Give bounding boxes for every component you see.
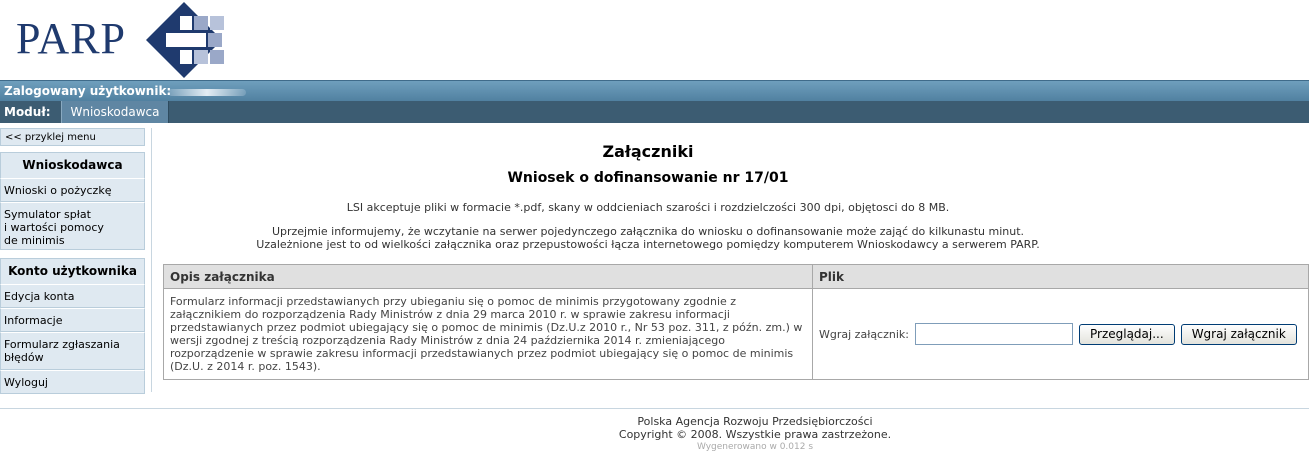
browse-button[interactable]: Przeglądaj... <box>1078 323 1175 345</box>
footer-copyright: Copyright © 2008. Wszystkie prawa zastrz… <box>618 428 892 441</box>
table-row: Formularz informacji przedstawianych prz… <box>163 288 1309 380</box>
footer-org-name: Polska Agencja Rozwoju Przedsiębiorczośc… <box>637 415 873 428</box>
attachment-file-cell: Wgraj załącznik: Przeglądaj... Wgraj zał… <box>812 288 1309 380</box>
parp-logo-text: PARP <box>16 14 127 63</box>
sidebar-section-account: Konto użytkownika <box>0 258 145 284</box>
upload-time-info-2: Uzależnione jest to od wielkości załączn… <box>256 238 1040 251</box>
attachments-table: Opis załącznika Plik Formularz informacj… <box>163 264 1309 380</box>
sidebar-item-logout[interactable]: Wyloguj <box>0 370 145 394</box>
table-header-row: Opis załącznika Plik <box>163 264 1309 289</box>
application-subtitle: Wniosek o dofinansowanie nr 17/01 <box>507 170 789 186</box>
header-logo-area: PARP <box>0 0 1309 80</box>
footer-divider <box>0 408 1309 409</box>
sidebar-item-information[interactable]: Informacje <box>0 308 145 332</box>
parp-logo-icon <box>146 2 224 78</box>
footer-generation-time: Wygenerowano w 0.012 s <box>696 442 814 452</box>
file-path-input[interactable] <box>914 323 1073 345</box>
sidebar-divider <box>151 128 152 392</box>
upload-time-info-1: Uprzejmie informujemy, że wczytanie na s… <box>271 225 1025 238</box>
upload-label: Wgraj załącznik: <box>819 327 909 341</box>
footer: Polska Agencja Rozwoju Przedsiębiorczośc… <box>400 415 1110 454</box>
logged-user-label: Zalogowany użytkownik: <box>4 84 172 98</box>
file-format-info: LSI akceptuje pliki w formacie *.pdf, sk… <box>346 201 950 214</box>
tab-wnioskodawca[interactable]: Wnioskodawca <box>61 101 169 123</box>
module-bar: Moduł: Wnioskodawca <box>0 101 1309 123</box>
redacted-username <box>168 89 246 96</box>
upload-controls: Wgraj załącznik: Przeglądaj... Wgraj zał… <box>819 323 1302 345</box>
sidebar: << przyklej menu Wnioskodawca Wnioski o … <box>0 128 147 394</box>
upload-attachment-button[interactable]: Wgraj załącznik <box>1180 323 1297 345</box>
page-title: Załączniki <box>602 142 694 161</box>
module-label: Moduł: <box>4 105 51 119</box>
column-header-file: Plik <box>812 264 1309 289</box>
sidebar-item-edit-account[interactable]: Edycja konta <box>0 284 145 308</box>
logged-user-bar: Zalogowany użytkownik: <box>0 80 1309 102</box>
column-header-description: Opis załącznika <box>163 264 813 289</box>
sidebar-item-bug-report[interactable]: Formularz zgłaszania błędów <box>0 332 145 370</box>
attachment-description: Formularz informacji przedstawianych prz… <box>163 288 813 380</box>
